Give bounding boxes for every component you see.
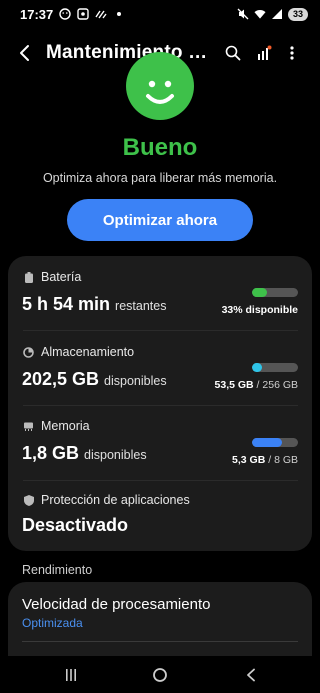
status-illustration: [126, 40, 194, 120]
back-button[interactable]: [18, 42, 38, 64]
memory-bar-fill: [252, 438, 283, 447]
memory-bar: [252, 438, 298, 447]
storage-total: 256 GB: [262, 379, 298, 391]
app-protection-value: Desactivado: [22, 515, 129, 535]
smiley-icon: [126, 52, 194, 120]
memory-total: 8 GB: [274, 454, 298, 466]
battery-bar: [252, 288, 298, 297]
signal-icon: [271, 8, 283, 20]
navigation-bar: [0, 656, 320, 693]
storage-item[interactable]: Almacenamiento 202,5 GB disponibles 53,5…: [8, 331, 312, 405]
status-label: Bueno: [122, 134, 198, 161]
recents-button[interactable]: [58, 662, 84, 688]
memory-separator: /: [265, 454, 275, 466]
signal-notification-icon: [258, 45, 272, 60]
recents-icon: [66, 669, 76, 681]
optimize-now-button[interactable]: Optimizar ahora: [67, 199, 253, 241]
storage-value: 202,5 GB: [22, 369, 100, 389]
section-label-performance: Rendimiento: [22, 563, 93, 577]
storage-icon: [23, 346, 34, 358]
battery-detail: 33% disponible: [221, 304, 298, 316]
home-button[interactable]: [147, 662, 173, 688]
status-time: 17:37: [20, 6, 54, 22]
storage-label: Almacenamiento: [41, 345, 135, 359]
back-icon: [20, 45, 29, 61]
battery-suffix: restantes: [115, 299, 167, 313]
battery-bar-fill: [252, 288, 268, 297]
memory-suffix: disponibles: [84, 448, 147, 462]
memory-value: 1,8 GB: [22, 443, 80, 463]
screen-recorder-icon: [95, 8, 107, 20]
storage-bar-fill: [252, 363, 262, 372]
storage-used: 53,5 GB: [214, 379, 254, 391]
memory-used: 5,3 GB: [232, 454, 266, 466]
more-options-button[interactable]: [281, 42, 303, 64]
battery-icon: [23, 271, 34, 283]
battery-label: Batería: [41, 270, 82, 284]
processing-speed-title: Velocidad de procesamiento: [22, 596, 211, 613]
search-icon: [225, 45, 241, 61]
memory-item[interactable]: Memoria 1,8 GB disponibles 5,3 GB / 8 GB: [8, 406, 312, 480]
dot-icon: [113, 8, 125, 20]
screenshot-icon: [77, 8, 89, 20]
search-button[interactable]: [222, 42, 244, 64]
status-card: Batería 5 h 54 min restantes 33% disponi…: [8, 256, 312, 551]
processing-speed-item[interactable]: Velocidad de procesamiento Optimizada: [8, 582, 312, 656]
status-bar: 17:37 33: [0, 0, 320, 28]
nav-back-button[interactable]: [238, 662, 264, 688]
battery-value: 5 h 54 min: [22, 294, 111, 314]
back-icon: [247, 668, 255, 682]
home-icon: [153, 668, 167, 682]
more-options-icon: [290, 46, 294, 60]
mute-icon: [237, 8, 249, 20]
app-protection-item[interactable]: Protección de aplicaciones Desactivado: [8, 481, 312, 551]
face-icon: [59, 8, 71, 20]
shield-icon: [23, 494, 34, 506]
app-protection-label: Protección de aplicaciones: [41, 493, 190, 507]
memory-label: Memoria: [41, 419, 90, 433]
diagnostics-button[interactable]: [253, 42, 275, 64]
status-description: Optimiza ahora para liberar más memoria.: [42, 171, 278, 185]
storage-suffix: disponibles: [104, 374, 167, 388]
divider: [22, 641, 298, 642]
storage-bar: [252, 363, 298, 372]
memory-icon: [23, 421, 34, 432]
battery-item[interactable]: Batería 5 h 54 min restantes 33% disponi…: [8, 256, 312, 330]
processing-speed-value: Optimizada: [22, 616, 83, 630]
battery-level: 33: [287, 7, 308, 21]
wifi-icon: [254, 8, 266, 20]
